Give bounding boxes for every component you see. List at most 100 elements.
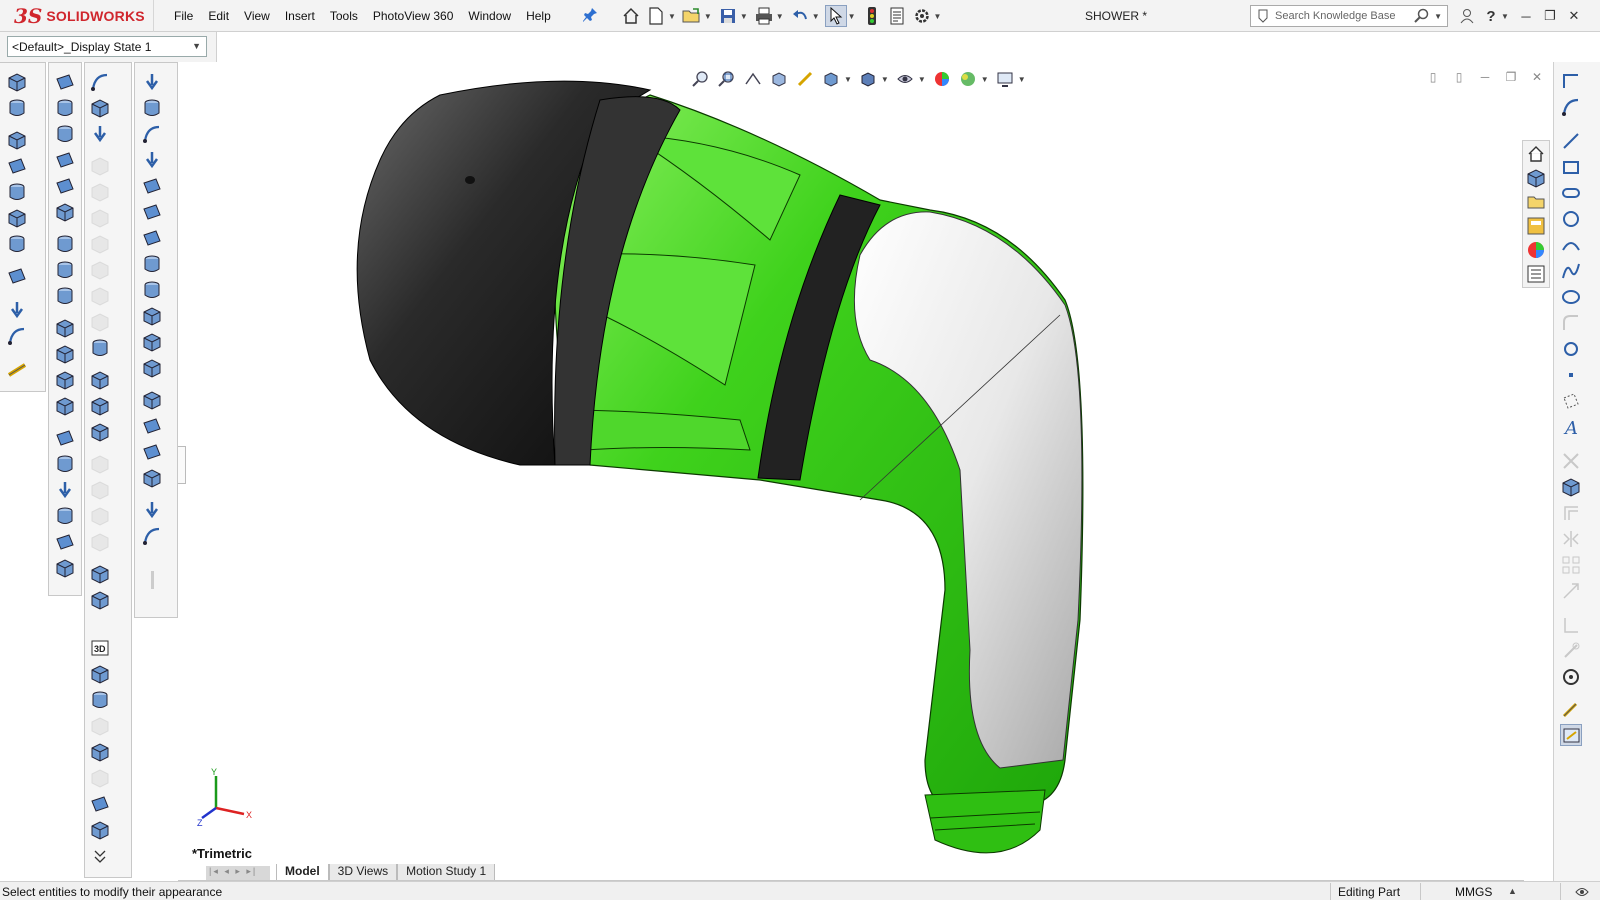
hide-show-icon[interactable] [894,68,916,90]
arc-icon[interactable] [1560,234,1582,256]
surface-extrude-icon[interactable] [54,71,76,93]
minimize-icon[interactable]: ─ [1514,4,1538,28]
undo-icon[interactable] [789,5,811,27]
unit-system-dropdown-icon[interactable]: ▲ [1508,886,1517,896]
mirror-icon[interactable] [89,531,111,553]
delete-face-icon[interactable] [54,369,76,391]
help-icon[interactable]: ? [1479,4,1503,28]
corner-rectangle-icon[interactable] [1560,156,1582,178]
split-left-icon[interactable]: ▯ [1422,70,1444,88]
decal-icon[interactable] [89,715,111,737]
helix-icon[interactable] [141,97,163,119]
move-entities-icon[interactable] [1560,580,1582,602]
dome-icon[interactable] [89,259,111,281]
close-icon[interactable]: ✕ [1562,4,1586,28]
select-pointer-icon[interactable] [824,5,847,27]
view-palette-icon[interactable] [1525,215,1547,237]
print-dropdown-icon[interactable]: ▼ [776,12,784,21]
camera-icon[interactable] [89,793,111,815]
apply-scene-icon[interactable] [957,68,979,90]
move-face-icon[interactable] [89,123,111,145]
spline-icon[interactable] [1560,260,1582,282]
curve-through-points-icon[interactable] [141,71,163,93]
reference-axis-icon[interactable] [141,499,163,521]
expand-more-icon[interactable] [89,845,111,867]
cavity-icon[interactable] [89,479,111,501]
home-icon[interactable] [620,5,642,27]
draft-analysis-icon[interactable] [141,441,163,463]
deform-icon[interactable] [89,311,111,333]
move-down-icon[interactable] [141,149,163,171]
view-orientation-dropdown-icon[interactable]: ▼ [844,75,852,84]
thicken-icon[interactable] [54,531,76,553]
menu-tools[interactable]: Tools [330,9,358,23]
options-dropdown-icon[interactable]: ▼ [934,12,942,21]
split-line-icon[interactable] [89,337,111,359]
menu-insert[interactable]: Insert [285,9,315,23]
menu-view[interactable]: View [244,9,270,23]
display-style-icon[interactable] [857,68,879,90]
file-properties-icon[interactable] [886,5,908,27]
sketch-point-icon[interactable] [1560,364,1582,386]
linear-pattern-icon[interactable] [6,265,28,287]
edit-appearance-icon[interactable] [931,68,953,90]
view-settings-icon[interactable] [994,68,1016,90]
offset-surface-icon[interactable] [54,285,76,307]
menu-photoview-360[interactable]: PhotoView 360 [373,9,454,23]
menu-edit[interactable]: Edit [208,9,229,23]
pin-menu-icon[interactable] [582,7,598,23]
solidworks-resources-icon[interactable] [1525,143,1547,165]
smart-dimension-sketch-icon[interactable] [1560,96,1582,118]
doc-close-icon[interactable]: ✕ [1526,70,1548,88]
text-icon[interactable]: A [1560,416,1582,438]
line-icon[interactable] [1560,130,1582,152]
mate-reference-icon[interactable] [141,357,163,379]
extend-surface-icon[interactable] [54,427,76,449]
tab-motion-study-1[interactable]: Motion Study 1 [397,864,496,880]
offset-entities-icon[interactable] [1560,502,1582,524]
revolved-boss-icon[interactable] [6,97,28,119]
custom-properties-icon[interactable] [1525,263,1547,285]
panel-grip-icon[interactable] [141,569,163,591]
unit-system[interactable]: MMGS [1455,885,1492,899]
sketch-fillet-icon[interactable] [1560,312,1582,334]
design-library-icon[interactable] [1525,167,1547,189]
tab-scroll-buttons[interactable]: |◂ ◂ ▸ ▸| [206,866,270,880]
rapid-sketch-icon[interactable] [1560,698,1582,720]
geometry-analysis-icon[interactable] [141,467,163,489]
slot-icon[interactable] [1560,182,1582,204]
zoom-to-fit-icon[interactable] [690,68,712,90]
sketch-rectangle-icon[interactable] [1560,70,1582,92]
split-body-icon[interactable] [89,421,111,443]
final-render-icon[interactable] [89,819,111,841]
save-dropdown-icon[interactable]: ▼ [740,12,748,21]
feature-manager-collapse-handle[interactable] [178,446,186,484]
rib-icon[interactable] [89,207,111,229]
help-dropdown-icon[interactable]: ▼ [1501,12,1509,21]
section-icon[interactable] [89,563,111,585]
search-dropdown-icon[interactable]: ▼ [1434,12,1442,21]
view-settings-dropdown-icon[interactable]: ▼ [1018,75,1026,84]
undo-dropdown-icon[interactable]: ▼ [812,12,820,21]
plane-sketch-icon[interactable] [1560,390,1582,412]
display-relations-icon[interactable] [1560,614,1582,636]
dynamic-annotation-icon[interactable] [794,68,816,90]
traffic-light-icon[interactable] [861,5,883,27]
display-style-dropdown-icon[interactable]: ▼ [881,75,889,84]
open-folder-icon[interactable] [681,5,703,27]
scene-icon[interactable] [89,741,111,763]
instant3d-icon[interactable] [6,359,28,381]
sketch-pattern-icon[interactable] [1560,554,1582,576]
tab-model[interactable]: Model [276,864,329,880]
ruled-surface-icon[interactable] [54,317,76,339]
swept-boss-icon[interactable] [6,129,28,151]
center-of-mass-icon[interactable] [141,331,163,353]
save-icon[interactable] [717,5,739,27]
appearance-icon[interactable] [89,689,111,711]
indent-icon[interactable] [89,453,111,475]
curvature-icon[interactable] [141,415,163,437]
circle-icon[interactable] [1560,208,1582,230]
search-knowledge-base[interactable]: Search Knowledge Base ▼ [1250,5,1448,27]
zebra-stripes-icon[interactable] [141,389,163,411]
spline-curve-icon[interactable] [141,525,163,547]
